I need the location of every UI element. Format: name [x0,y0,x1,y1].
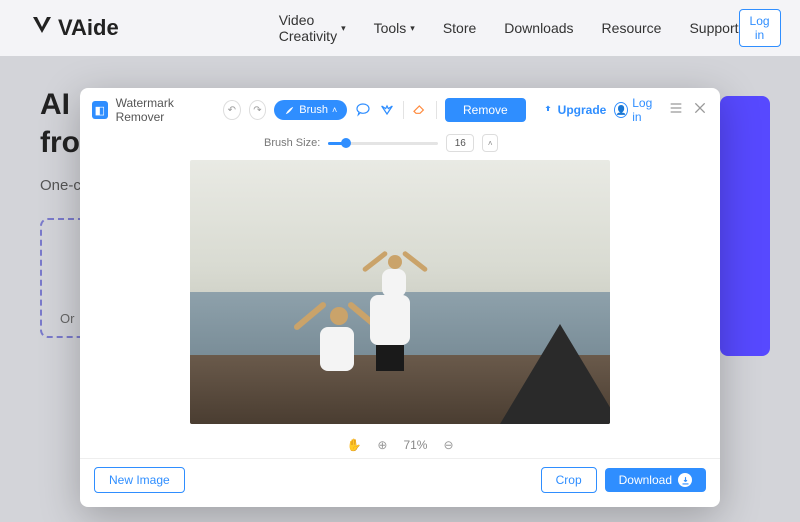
watermark-remover-modal: ◧ Watermark Remover ↶ ↷ Brush ˄ Remove U… [80,88,720,507]
person-silhouette [320,307,354,371]
brush-tool-button[interactable]: Brush ˄ [274,100,347,120]
new-image-button[interactable]: New Image [94,467,185,493]
upgrade-link[interactable]: Upgrade [542,103,607,117]
bottom-bar: New Image Crop Download [80,458,720,507]
crop-button[interactable]: Crop [541,467,597,493]
eraser-tool-button[interactable] [412,100,428,121]
user-icon: 👤 [614,102,628,118]
lasso-tool-button[interactable] [355,102,371,118]
tent-shape [500,324,610,424]
divider [403,101,404,119]
app-title: Watermark Remover [116,96,211,124]
download-button[interactable]: Download [605,468,706,492]
zoom-bar: ✋ ⊕ 71% ⊖ [80,428,720,458]
undo-button[interactable]: ↶ [223,100,241,120]
app-icon: ◧ [92,101,108,119]
download-icon [678,473,692,487]
brush-size-slider[interactable] [328,137,438,149]
person-silhouette [382,255,406,297]
image-canvas[interactable] [190,160,610,424]
modal-login-button[interactable]: 👤 Log in [614,96,660,124]
close-button[interactable] [692,100,708,121]
hand-tool-icon[interactable]: ✋ [346,438,361,452]
remove-button[interactable]: Remove [445,98,526,122]
zoom-in-button[interactable]: ⊕ [377,438,387,452]
modal-overlay: ◧ Watermark Remover ↶ ↷ Brush ˄ Remove U… [0,0,800,522]
brush-icon [284,105,295,116]
polygon-tool-button[interactable] [379,102,395,118]
menu-button[interactable] [668,100,684,121]
brush-size-value[interactable]: 16 [446,134,474,152]
modal-toolbar: ◧ Watermark Remover ↶ ↷ Brush ˄ Remove U… [80,88,720,132]
brush-size-label: Brush Size: [264,137,320,149]
redo-button[interactable]: ↷ [249,100,267,120]
zoom-out-button[interactable]: ⊖ [443,438,453,452]
upload-icon [542,104,554,116]
zoom-value: 71% [403,438,427,452]
chevron-up-icon: ˄ [332,105,337,115]
divider [436,101,437,119]
canvas-area [80,160,720,428]
brush-size-row: Brush Size: 16 ˄ [264,132,720,160]
brush-size-stepper[interactable]: ˄ [482,134,498,152]
